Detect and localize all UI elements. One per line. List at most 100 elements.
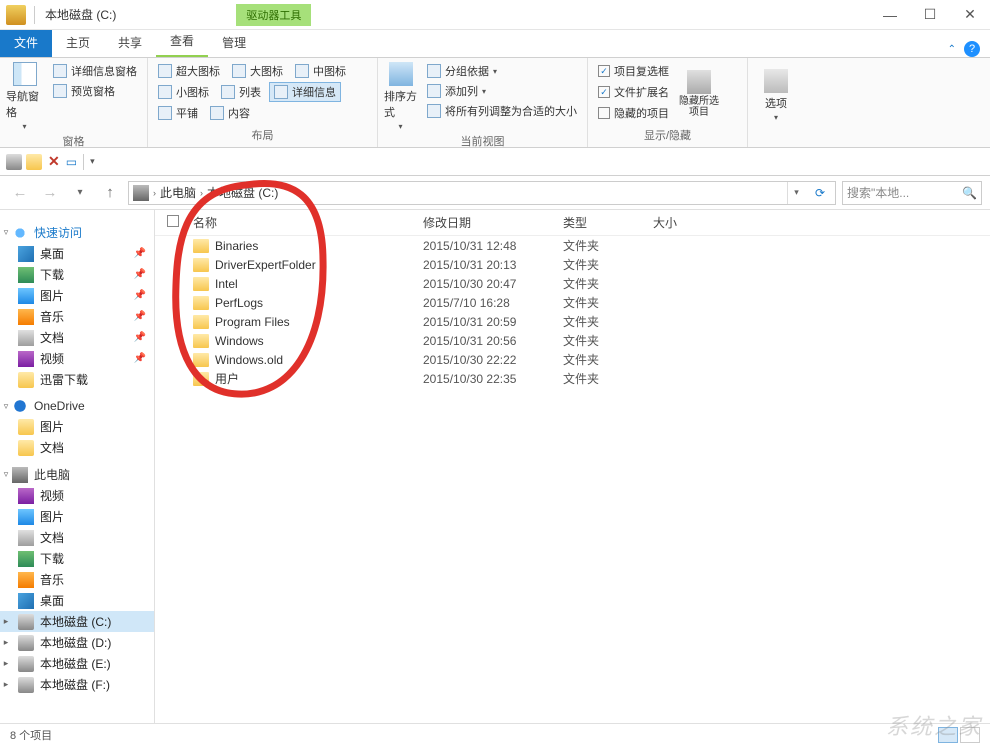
sidebar-pc-videos[interactable]: 视频: [0, 485, 154, 506]
column-date[interactable]: 修改日期: [423, 214, 563, 231]
file-list: 名称 修改日期 类型 大小 Binaries2015/10/31 12:48文件…: [155, 210, 990, 723]
breadcrumb-this-pc[interactable]: 此电脑: [160, 184, 196, 201]
sidebar-quick-access[interactable]: ▿快速访问: [0, 222, 154, 243]
file-row[interactable]: 用户2015/10/30 22:35文件夹: [155, 369, 990, 388]
layout-large[interactable]: 大图标: [228, 62, 287, 80]
layout-details[interactable]: 详细信息: [269, 82, 341, 102]
sidebar-pc-music[interactable]: 音乐: [0, 569, 154, 590]
nav-pane-button[interactable]: 导航窗格 ▾: [6, 62, 43, 131]
layout-content[interactable]: 内容: [206, 104, 254, 122]
sidebar-onedrive[interactable]: ▿OneDrive: [0, 396, 154, 416]
sidebar-drive-f[interactable]: ▸本地磁盘 (F:): [0, 674, 154, 695]
file-date: 2015/10/31 20:56: [423, 334, 563, 348]
layout-medium[interactable]: 中图标: [291, 62, 350, 80]
sidebar-od-documents[interactable]: 文档: [0, 437, 154, 458]
context-tab-drive-tools[interactable]: 驱动器工具: [236, 4, 311, 26]
layout-small[interactable]: 小图标: [154, 82, 213, 102]
file-name: PerfLogs: [215, 296, 423, 310]
folder-icon[interactable]: [26, 154, 42, 170]
address-bar[interactable]: › 此电脑 › 本地磁盘 (C:) ▾ ⟳: [128, 181, 836, 205]
delete-icon[interactable]: ✕: [46, 153, 62, 170]
group-by-button[interactable]: 分组依据 ▾: [423, 62, 581, 80]
tab-share[interactable]: 共享: [104, 30, 156, 57]
sort-by-button[interactable]: 排序方式 ▾: [384, 62, 417, 131]
folder-icon: [18, 372, 34, 388]
sidebar-od-pictures[interactable]: 图片: [0, 416, 154, 437]
sidebar-music[interactable]: 音乐📌: [0, 306, 154, 327]
qat-overflow-icon[interactable]: ▾: [90, 156, 95, 167]
sidebar-downloads[interactable]: 下载📌: [0, 264, 154, 285]
sidebar-pc-desktop[interactable]: 桌面: [0, 590, 154, 611]
sidebar-drive-d[interactable]: ▸本地磁盘 (D:): [0, 632, 154, 653]
tab-view[interactable]: 查看: [156, 28, 208, 57]
collapse-ribbon-icon[interactable]: ⌃: [948, 44, 956, 55]
search-input[interactable]: 搜索"本地... 🔍: [842, 181, 982, 205]
sidebar[interactable]: ▿快速访问 桌面📌 下载📌 图片📌 音乐📌 文档📌 视频📌 迅雷下载 ▿OneD…: [0, 210, 155, 723]
hide-selected-button[interactable]: 隐藏所选项目: [679, 62, 719, 125]
preview-pane-icon: [53, 84, 67, 98]
cloud-icon: [12, 398, 28, 414]
address-dropdown[interactable]: ▾: [787, 182, 805, 204]
file-row[interactable]: Program Files2015/10/31 20:59文件夹: [155, 312, 990, 331]
item-checkboxes-toggle[interactable]: 项目复选框: [594, 62, 673, 80]
sidebar-desktop[interactable]: 桌面📌: [0, 243, 154, 264]
file-row[interactable]: Binaries2015/10/31 12:48文件夹: [155, 236, 990, 255]
tab-manage[interactable]: 管理: [208, 30, 260, 57]
search-icon: 🔍: [962, 186, 977, 200]
sidebar-xunlei[interactable]: 迅雷下载: [0, 369, 154, 390]
up-button[interactable]: ↑: [98, 181, 122, 205]
close-button[interactable]: ✕: [950, 0, 990, 30]
file-row[interactable]: Windows.old2015/10/30 22:22文件夹: [155, 350, 990, 369]
recent-locations-button[interactable]: ▾: [68, 181, 92, 205]
layout-tiles[interactable]: 平铺: [154, 104, 202, 122]
forward-button[interactable]: →: [38, 181, 62, 205]
maximize-button[interactable]: ☐: [910, 0, 950, 30]
detail-pane-button[interactable]: 详细信息窗格: [49, 62, 141, 80]
tab-home[interactable]: 主页: [52, 30, 104, 57]
file-row[interactable]: Windows2015/10/31 20:56文件夹: [155, 331, 990, 350]
breadcrumb-drive[interactable]: 本地磁盘 (C:): [207, 184, 278, 201]
sidebar-documents[interactable]: 文档📌: [0, 327, 154, 348]
add-columns-button[interactable]: 添加列 ▾: [423, 82, 581, 100]
column-size[interactable]: 大小: [653, 214, 733, 231]
sidebar-pictures[interactable]: 图片📌: [0, 285, 154, 306]
chevron-down-icon: ▾: [22, 122, 26, 131]
sidebar-drive-e[interactable]: ▸本地磁盘 (E:): [0, 653, 154, 674]
sidebar-pc-downloads[interactable]: 下载: [0, 548, 154, 569]
file-row[interactable]: PerfLogs2015/7/10 16:28文件夹: [155, 293, 990, 312]
minimize-button[interactable]: —: [870, 0, 910, 30]
file-name: Windows: [215, 334, 423, 348]
layout-xlarge[interactable]: 超大图标: [154, 62, 224, 80]
select-all-checkbox[interactable]: [167, 215, 179, 227]
autosize-columns-button[interactable]: 将所有列调整为合适的大小: [423, 102, 581, 120]
tab-file[interactable]: 文件: [0, 30, 52, 57]
refresh-button[interactable]: ⟳: [809, 182, 831, 204]
sidebar-this-pc[interactable]: ▿此电脑: [0, 464, 154, 485]
file-row[interactable]: DriverExpertFolder2015/10/31 20:13文件夹: [155, 255, 990, 274]
help-icon[interactable]: ?: [964, 41, 980, 57]
options-button[interactable]: 选项 ▾: [754, 62, 798, 129]
file-type: 文件夹: [563, 351, 653, 368]
hidden-items-toggle[interactable]: 隐藏的项目: [594, 104, 673, 122]
properties-icon[interactable]: ▭: [66, 155, 77, 169]
folder-icon: [18, 419, 34, 435]
file-ext-toggle[interactable]: 文件扩展名: [594, 83, 673, 101]
watermark: 系统之家: [886, 709, 982, 741]
column-headers[interactable]: 名称 修改日期 类型 大小: [155, 210, 990, 236]
sidebar-videos[interactable]: 视频📌: [0, 348, 154, 369]
file-row[interactable]: Intel2015/10/30 20:47文件夹: [155, 274, 990, 293]
back-button[interactable]: ←: [8, 181, 32, 205]
desktop-icon: [18, 593, 34, 609]
file-type: 文件夹: [563, 237, 653, 254]
sidebar-drive-c[interactable]: ▸本地磁盘 (C:): [0, 611, 154, 632]
drive-icon[interactable]: [6, 154, 22, 170]
add-columns-icon: [427, 84, 441, 98]
column-type[interactable]: 类型: [563, 214, 653, 231]
sidebar-pc-documents[interactable]: 文档: [0, 527, 154, 548]
checkbox-checked-icon: [598, 86, 610, 98]
detail-pane-icon: [53, 64, 67, 78]
preview-pane-button[interactable]: 预览窗格: [49, 82, 141, 100]
column-name[interactable]: 名称: [193, 214, 423, 231]
layout-list[interactable]: 列表: [217, 82, 265, 102]
sidebar-pc-pictures[interactable]: 图片: [0, 506, 154, 527]
